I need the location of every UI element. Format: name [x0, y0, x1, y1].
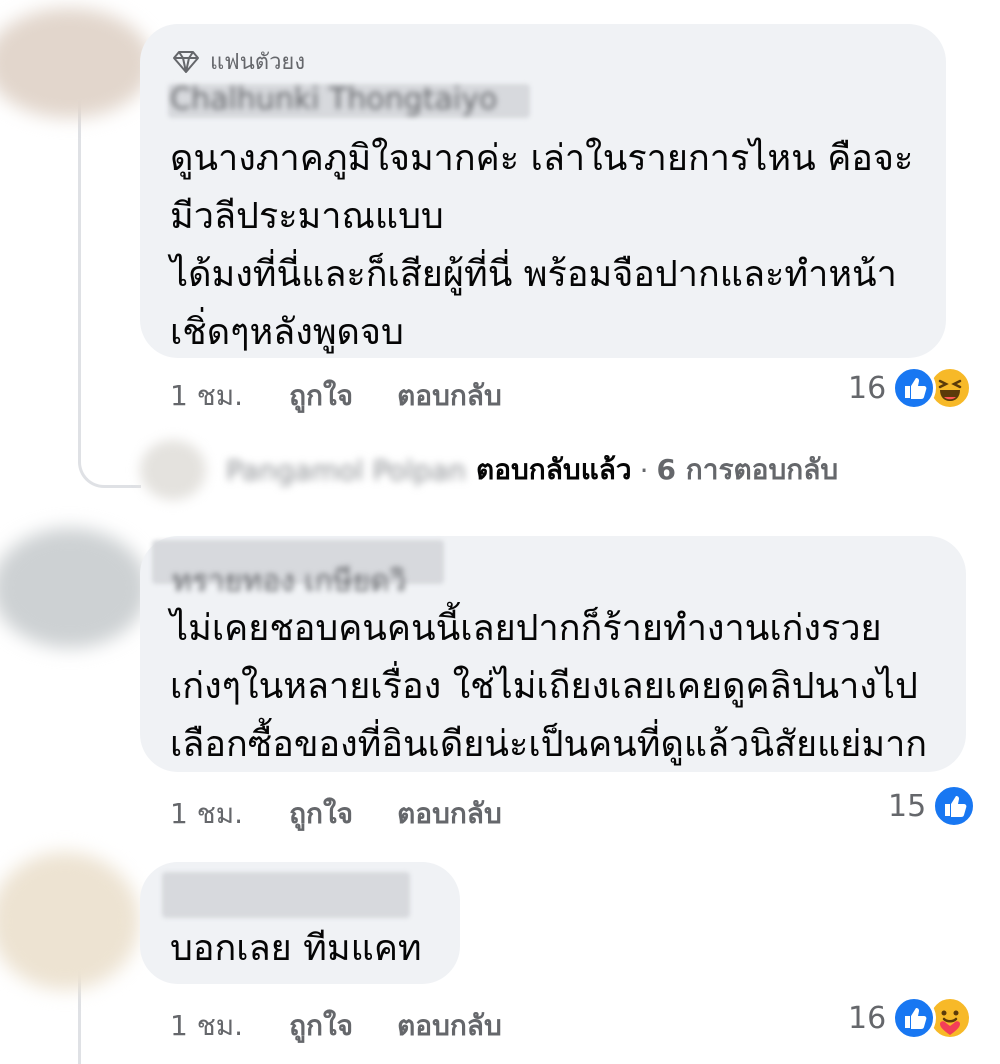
comment-line: ได้มงที่นี่และก็เสียผู้ที่นี่ พร้อมจือปา… [170, 254, 897, 295]
reply-button[interactable]: ตอบกลับ [397, 792, 502, 836]
reply-avatar [140, 440, 206, 500]
reply-author: Pangamol Polpan [226, 453, 467, 487]
like-button[interactable]: ถูกใจ [289, 792, 353, 836]
comment-text: ไม่เคยชอบคนคนนี้เลยปากก็ร้ายทำงานเก่งรวย… [170, 600, 927, 774]
comment-line: มีวลีประมาณแบบ [170, 196, 444, 237]
comment-line: เลือกซื้อของที่อินเดียน่ะเป็นคนที่ดูแล้ว… [170, 724, 928, 765]
comment-line: บอกเลย ทีมแคท [170, 928, 422, 969]
reaction-count: 16 [848, 370, 887, 406]
comment-author[interactable]: ทรายทอง เกษียดวิ [172, 558, 406, 605]
comment-timestamp[interactable]: 1 ชม. [170, 1004, 243, 1048]
comment-timestamp[interactable]: 1 ชม. [170, 374, 243, 418]
comment-actions: 1 ชม. ถูกใจ ตอบกลับ [170, 1004, 502, 1048]
reaction-summary[interactable]: 15 [888, 784, 977, 828]
separator: · [639, 453, 649, 487]
reply-button[interactable]: ตอบกลับ [397, 1004, 502, 1048]
comment-line: เชิ่ดๆหลังพูดจบ [170, 312, 404, 353]
avatar[interactable] [0, 528, 148, 648]
avatar[interactable] [0, 8, 152, 118]
comment-author[interactable]: Chalhunki Thongtaiyo [170, 82, 497, 117]
thread-line [78, 100, 81, 455]
top-fan-badge: แฟนตัวยง [172, 44, 305, 79]
comment-text: ดูนางภาคภูมิใจมากค่ะ เล่าในรายการไหน คือ… [170, 130, 913, 362]
reply-button[interactable]: ตอบกลับ [397, 374, 502, 418]
comment-line: ดูนางภาคภูมิใจมากค่ะ เล่าในรายการไหน คือ… [170, 138, 914, 179]
replied-label: ตอบกลับแล้ว [476, 453, 632, 486]
like-icon [892, 996, 937, 1040]
comment-line: ไม่เคยชอบคนคนนี้เลยปากก็ร้ายทำงานเก่งรวย [170, 608, 882, 649]
view-replies-link[interactable]: Pangamol Polpan ตอบกลับแล้ว · 6 การตอบกล… [140, 440, 838, 500]
comment-line: เก่งๆในหลายเรื่อง ใช่ไม่เถียงเลยเคยดูคลิ… [170, 666, 918, 707]
reaction-summary[interactable]: 16 [848, 366, 973, 410]
diamond-icon [173, 50, 199, 73]
reaction-summary[interactable]: 16 [848, 996, 973, 1040]
reaction-count: 15 [888, 788, 927, 824]
author-name-redaction [162, 872, 410, 918]
reaction-count: 16 [848, 1000, 887, 1036]
reply-count: 6 การตอบกลับ [656, 453, 839, 486]
comment-actions: 1 ชม. ถูกใจ ตอบกลับ [170, 374, 502, 418]
comment-text: บอกเลย ทีมแคท [170, 920, 422, 978]
comment-timestamp[interactable]: 1 ชม. [170, 792, 243, 836]
like-button[interactable]: ถูกใจ [289, 374, 353, 418]
like-icon [932, 784, 977, 828]
thread-line-curve [78, 455, 141, 488]
badge-label: แฟนตัวยง [210, 50, 306, 75]
like-icon [892, 366, 937, 410]
avatar[interactable] [0, 852, 140, 990]
comment-actions: 1 ชม. ถูกใจ ตอบกลับ [170, 792, 502, 836]
like-button[interactable]: ถูกใจ [289, 1004, 353, 1048]
